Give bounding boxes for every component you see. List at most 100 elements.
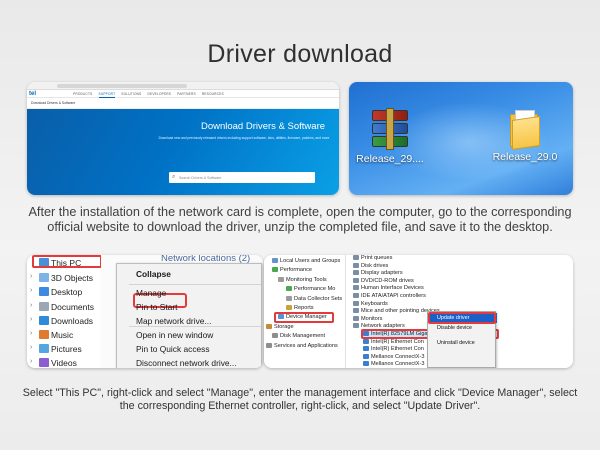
browser-screenshot: tel PRODUCTS SUPPORT SOLUTIONS DEVELOPERS PA… xyxy=(27,82,339,195)
network-adapter-icon xyxy=(363,361,369,367)
tree-item-3d-objects[interactable]: › 3D Objects xyxy=(27,271,97,285)
search-placeholder: Search Drivers & Software xyxy=(179,175,222,180)
explorer-nav-tree: This PC › 3D Objects › Desktop › Documents › Dow… xyxy=(27,255,97,368)
mgmt-tree-item[interactable]: Performance Mo xyxy=(286,285,335,294)
desktop-item-archive[interactable]: Release_29.... xyxy=(355,108,425,165)
chevron-right-icon[interactable]: › xyxy=(30,358,32,365)
this-pc-context-menu: Collapse Manage Pin to Start Map network dr… xyxy=(116,263,262,368)
chevron-right-icon[interactable]: › xyxy=(30,287,32,294)
tree-item-desktop[interactable]: › Desktop xyxy=(27,285,97,299)
hero-title: Download Drivers & Software xyxy=(200,121,326,132)
tree-item-label: Downloads xyxy=(51,315,94,326)
tree-item-pictures[interactable]: › Pictures xyxy=(27,342,97,356)
nav-link-solutions[interactable]: SOLUTIONS xyxy=(121,91,141,98)
device-category-icon xyxy=(353,308,359,314)
address-field[interactable] xyxy=(57,84,187,88)
device-category-icon xyxy=(353,323,359,329)
sub-header: Download Drivers & Software xyxy=(27,98,339,109)
nav-link-partners[interactable]: PARTNERS xyxy=(177,91,196,98)
hero-banner: Download Drivers & Software Download new… xyxy=(27,109,339,195)
mgmt-tree-item[interactable]: Performance xyxy=(272,266,312,275)
tree-item-music[interactable]: › Music xyxy=(27,328,97,342)
desktop-item-folder[interactable]: Release_29.0 xyxy=(490,110,560,163)
context-menu-disconnect-network-drive[interactable]: Disconnect network drive... xyxy=(117,357,263,368)
mgmt-tree-item[interactable]: Monitoring Tools xyxy=(278,276,327,285)
nav-link-developers[interactable]: DEVELOPERS xyxy=(148,91,172,98)
context-menu-pin-to-start[interactable]: Pin to Start xyxy=(117,301,263,314)
context-menu-disable-device[interactable]: Disable device xyxy=(428,323,497,333)
mgmt-tree-item[interactable]: Data Collector Sets xyxy=(286,295,342,304)
device-category-icon xyxy=(353,270,359,276)
tree-item-label: Desktop xyxy=(51,287,83,298)
tree-node-icon xyxy=(266,342,272,348)
step-description-2: Select "This PC", right-click and select… xyxy=(22,387,578,412)
music-icon xyxy=(39,330,49,339)
folder-icon xyxy=(508,110,542,150)
nav-links: PRODUCTS SUPPORT SOLUTIONS DEVELOPERS PARTNE… xyxy=(73,91,224,98)
driver-search-input[interactable]: ⌕ Search Drivers & Software xyxy=(169,172,315,183)
nav-link-resources[interactable]: RESOURCES xyxy=(202,91,224,98)
highlight-update-driver xyxy=(428,312,496,324)
device-category-icon xyxy=(353,255,359,261)
search-icon: ⌕ xyxy=(172,174,176,180)
documents-icon xyxy=(39,301,49,311)
device-category-icon xyxy=(353,262,359,268)
chevron-right-icon[interactable]: › xyxy=(30,330,32,337)
site-logo[interactable]: tel xyxy=(29,90,36,98)
desktop-icon xyxy=(39,287,49,297)
mgmt-tree-item[interactable]: Disk Management xyxy=(272,332,325,341)
downloads-icon xyxy=(39,315,49,325)
chevron-right-icon[interactable]: › xyxy=(30,273,32,280)
tree-node-icon xyxy=(286,295,292,301)
context-menu-pin-to-quick-access[interactable]: Pin to Quick access xyxy=(117,343,263,356)
chevron-right-icon[interactable]: › xyxy=(30,302,32,309)
tree-item-downloads[interactable]: › Downloads xyxy=(27,314,97,328)
sub-header-label: Download Drivers & Software xyxy=(31,101,76,105)
nav-link-support[interactable]: SUPPORT xyxy=(98,91,116,98)
mgmt-tree-item[interactable]: Storage xyxy=(266,323,294,332)
context-menu-uninstall-device[interactable]: Uninstall device xyxy=(428,338,497,348)
computer-management-screenshot: Local Users and Groups Performance Monitor… xyxy=(264,255,573,368)
context-menu-open-in-new-window[interactable]: Open in new window xyxy=(117,329,263,342)
tree-item-label: Documents xyxy=(51,301,94,312)
videos-icon xyxy=(39,358,49,368)
menu-divider xyxy=(129,326,261,327)
tree-node-icon xyxy=(272,258,278,264)
cube-icon xyxy=(39,273,49,283)
highlight-this-pc xyxy=(32,255,102,268)
tree-node-icon xyxy=(286,286,292,292)
hero-subtitle: Download new and previously released dri… xyxy=(158,136,330,140)
chevron-right-icon[interactable]: › xyxy=(30,316,32,323)
network-adapter-icon xyxy=(363,346,369,352)
tree-item-label: Videos xyxy=(51,358,77,368)
network-adapter-item[interactable]: Mellanox ConnectX-3 xyxy=(363,360,424,368)
browser-address-bar xyxy=(27,82,339,90)
device-category-icon xyxy=(353,277,359,283)
device-category-icon xyxy=(353,285,359,291)
desktop-item-label: Release_29.... xyxy=(356,153,424,165)
context-menu-collapse[interactable]: Collapse xyxy=(117,268,263,281)
menu-divider xyxy=(129,284,261,285)
management-tree: Local Users and Groups Performance Monitor… xyxy=(264,255,346,368)
network-adapter-icon xyxy=(363,338,369,344)
tree-item-documents[interactable]: › Documents xyxy=(27,300,97,314)
desktop-item-label: Release_29.0 xyxy=(492,151,558,163)
device-context-menu: Update driver Disable device Uninstall dev… xyxy=(427,311,497,368)
device-category-icon xyxy=(353,293,359,299)
tree-item-label: Pictures xyxy=(51,344,82,355)
tree-item-videos[interactable]: › Videos xyxy=(27,356,97,368)
nav-link-products[interactable]: PRODUCTS xyxy=(73,91,93,98)
chevron-right-icon[interactable]: › xyxy=(30,344,32,351)
context-menu-manage[interactable]: Manage xyxy=(117,287,263,300)
tree-node-icon xyxy=(278,276,284,282)
desktop-screenshot: Release_29.... Release_29.0 xyxy=(349,82,573,195)
mgmt-tree-item[interactable]: Local Users and Groups xyxy=(272,257,340,266)
tree-node-icon xyxy=(266,323,272,329)
tree-node-icon xyxy=(272,333,278,339)
tree-node-icon xyxy=(286,305,292,311)
winrar-archive-icon xyxy=(372,108,408,150)
explorer-screenshot: This PC › 3D Objects › Desktop › Documents › Dow… xyxy=(27,255,263,368)
tree-item-label: Music xyxy=(51,330,74,340)
pictures-icon xyxy=(39,344,49,354)
mgmt-tree-item[interactable]: Services and Applications xyxy=(266,342,338,351)
